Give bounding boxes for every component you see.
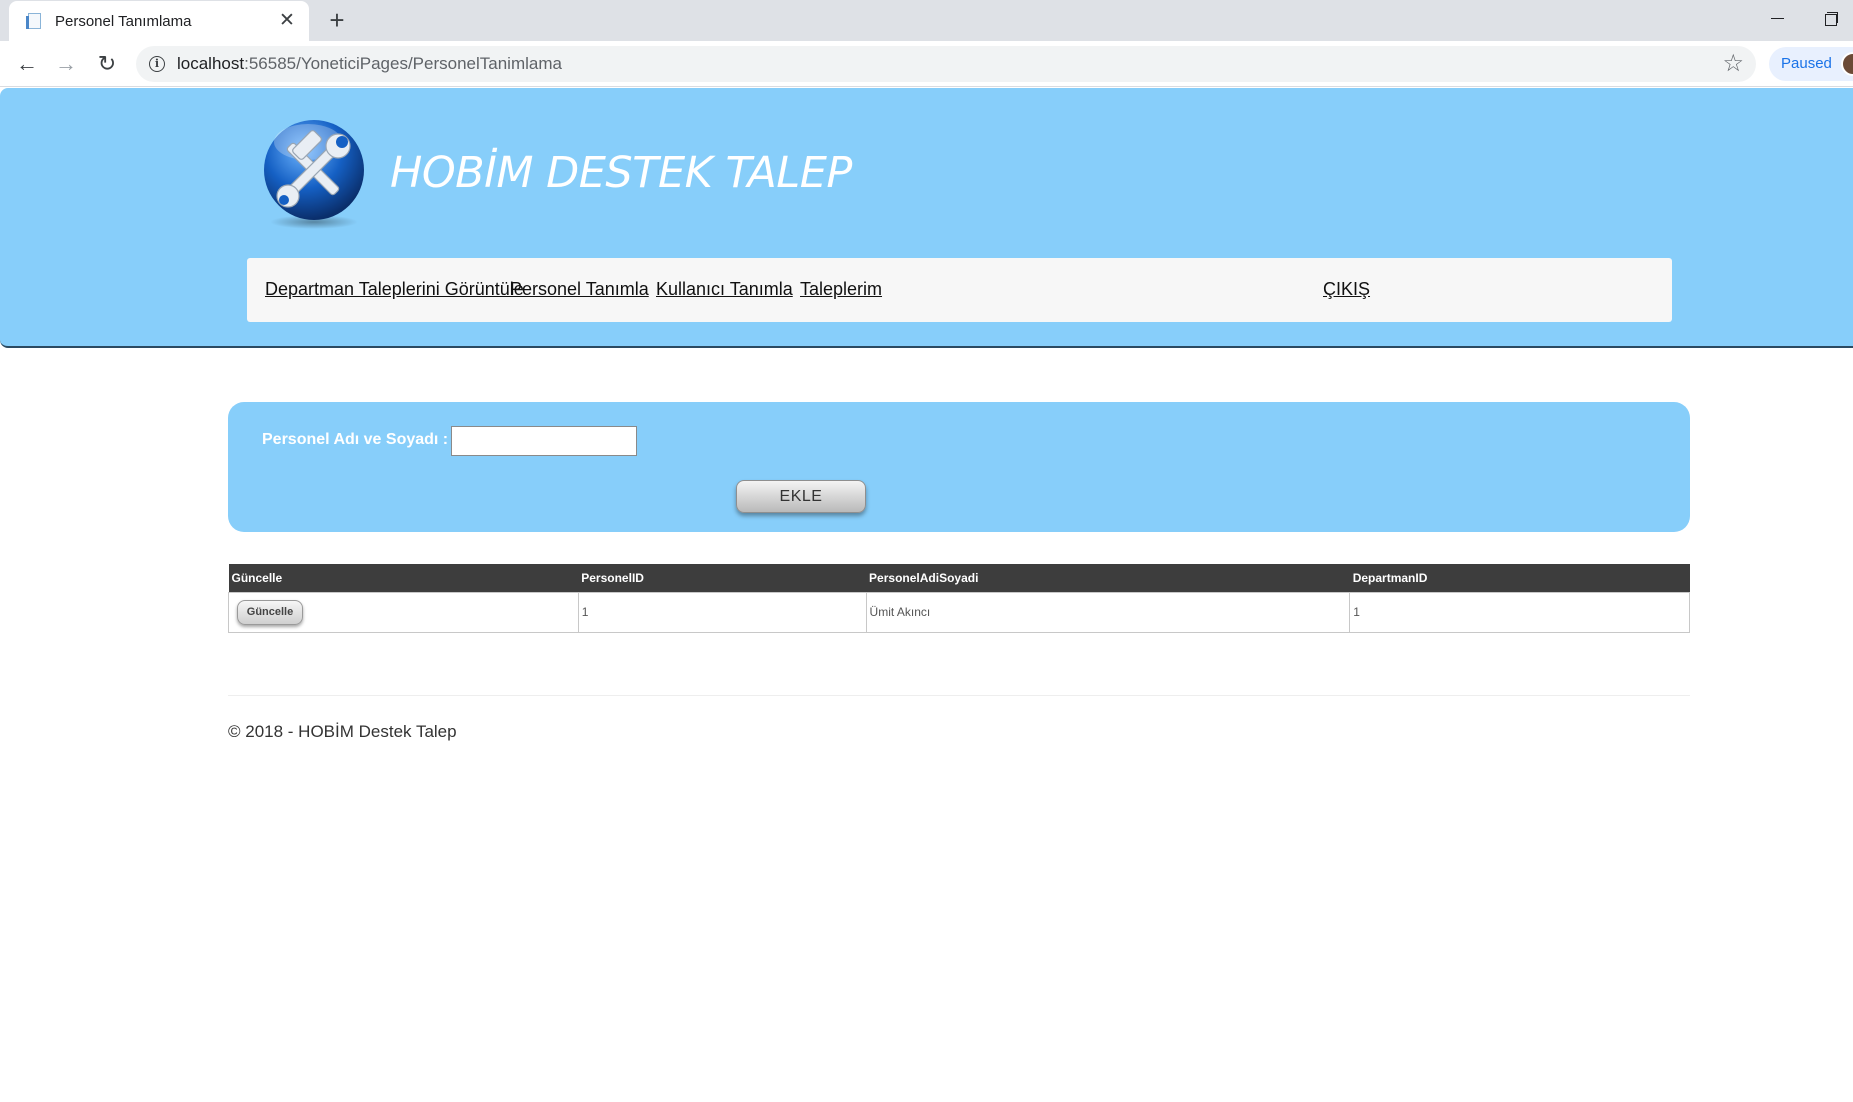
tab-title: Personel Tanımlama [55, 12, 192, 30]
table-cell-departman-id: 1 [1349, 591, 1690, 633]
guncelle-button[interactable]: Güncelle [237, 599, 303, 625]
hammer-wrench-icon [264, 120, 364, 229]
personel-name-input[interactable] [451, 426, 637, 456]
site-header: HOBİM DESTEK TALEP Departman Taleplerini… [0, 88, 1853, 348]
url-text[interactable]: localhost:56585/YoneticiPages/PersonelTa… [177, 54, 562, 74]
back-arrow-icon[interactable]: ← [12, 49, 42, 79]
table-cell-actions: Güncelle [228, 591, 579, 633]
column-header-personel-id: PersonelID [578, 564, 867, 592]
nav-link-kullanici-tanimla[interactable]: Kullanıcı Tanımla [656, 279, 793, 300]
footer-divider [228, 695, 1690, 696]
forward-arrow-icon[interactable]: → [51, 49, 81, 79]
footer-copyright: © 2018 - HOBİM Destek Talep [228, 722, 457, 741]
nav-link-cikis[interactable]: ÇIKIŞ [1323, 279, 1370, 300]
nav-link-departman-talepleri[interactable]: Departman Taleplerini Görüntüle [265, 279, 524, 300]
page-favicon-icon [25, 12, 43, 30]
page-viewport: HOBİM DESTEK TALEP Departman Taleplerini… [0, 88, 1853, 1102]
close-tab-icon[interactable]: ✕ [277, 11, 297, 31]
bookmark-star-icon[interactable]: ☆ [1722, 50, 1744, 78]
ekle-button[interactable]: EKLE [736, 480, 866, 513]
nav-link-personel-tanimla[interactable]: Personel Tanımla [510, 279, 649, 300]
personel-table: Güncelle PersonelID PersonelAdiSoyadi De… [228, 564, 1690, 633]
new-tab-icon[interactable]: + [322, 5, 352, 35]
column-header-personel-adi-soyadi: PersonelAdiSoyadi [866, 564, 1350, 592]
nav-link-taleplerim[interactable]: Taleplerim [800, 279, 882, 300]
site-title: HOBİM DESTEK TALEP [390, 148, 852, 198]
paused-label: Paused [1781, 55, 1832, 72]
browser-tabstrip: Personel Tanımlama ✕ + [0, 0, 1853, 41]
site-info-icon[interactable]: i [149, 56, 165, 72]
column-header-departman-id: DepartmanID [1349, 564, 1690, 592]
personel-form-panel: Personel Adı ve Soyadı : EKLE [228, 402, 1690, 532]
browser-tab[interactable]: Personel Tanımlama ✕ [9, 1, 309, 41]
table-row: Güncelle 1 Ümit Akıncı 1 [228, 591, 1690, 633]
table-cell-personel-adi-soyadi: Ümit Akıncı [865, 591, 1351, 633]
browser-toolbar: ← → ↻ i localhost:56585/YoneticiPages/Pe… [0, 41, 1853, 87]
column-header-guncelle: Güncelle [228, 564, 579, 592]
table-cell-personel-id: 1 [577, 591, 867, 633]
reload-icon[interactable]: ↻ [92, 49, 122, 79]
table-header-row: Güncelle PersonelID PersonelAdiSoyadi De… [228, 564, 1690, 592]
minimize-window-icon[interactable] [1766, 6, 1790, 30]
restore-window-icon[interactable] [1818, 6, 1842, 30]
address-bar[interactable]: i localhost:56585/YoneticiPages/Personel… [136, 46, 1756, 82]
personel-name-label: Personel Adı ve Soyadı : [262, 431, 449, 448]
main-nav: Departman Taleplerini Görüntüle Personel… [247, 258, 1672, 322]
